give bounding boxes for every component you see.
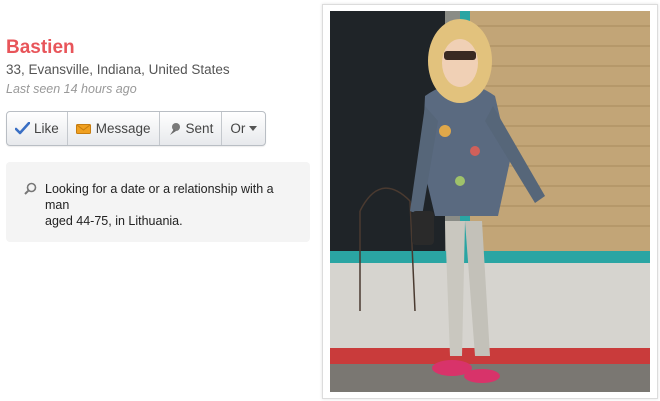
looking-for-panel: Looking for a date or a relationship wit… (6, 162, 310, 242)
last-seen-status: Last seen 14 hours ago (6, 82, 137, 96)
or-label: Or (230, 121, 246, 136)
profile-photo-frame (322, 4, 658, 399)
profile-location: 33, Evansville, Indiana, United States (6, 62, 230, 77)
check-icon (15, 122, 30, 135)
action-button-group: Like Message Sent Or (6, 111, 267, 146)
sent-button[interactable]: Sent (160, 112, 223, 145)
profile-photo[interactable] (330, 11, 650, 392)
message-button[interactable]: Message (68, 112, 160, 145)
looking-for-text: Looking for a date or a relationship wit… (45, 182, 274, 228)
sent-label: Sent (185, 121, 214, 136)
search-icon (24, 182, 37, 200)
like-button[interactable]: Like (7, 112, 68, 145)
caret-down-icon (249, 126, 258, 131)
message-label: Message (95, 121, 151, 136)
like-label: Like (34, 121, 59, 136)
envelope-icon (75, 123, 92, 135)
profile-name: Bastien (6, 37, 75, 58)
or-dropdown-button[interactable]: Or (222, 112, 265, 145)
paper-plane-icon (168, 122, 182, 136)
